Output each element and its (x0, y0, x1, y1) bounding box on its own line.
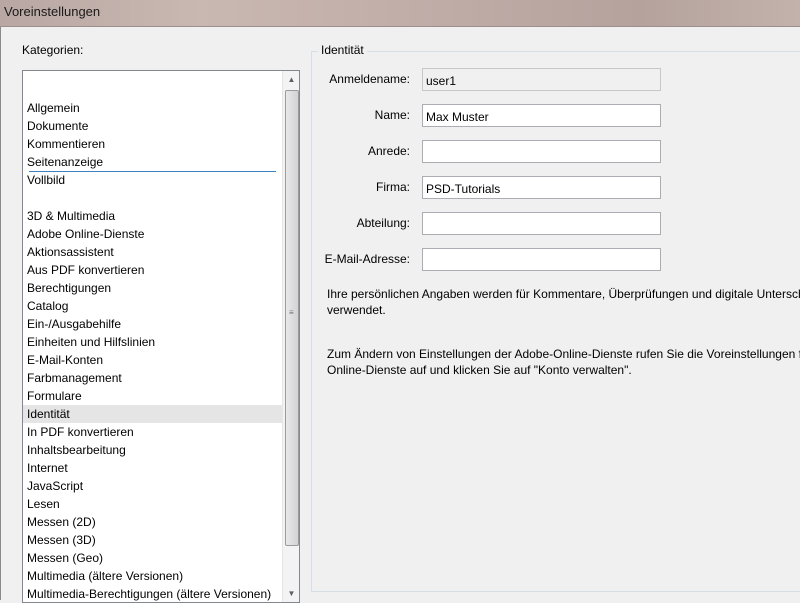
list-item[interactable]: Berechtigungen (23, 279, 282, 297)
department-label: Abteilung: (356, 216, 410, 230)
identity-group-title: Identität (318, 43, 367, 57)
login-label: Anmeldename: (329, 72, 410, 86)
identity-group-border-bottom (311, 591, 800, 592)
salutation-input[interactable] (422, 140, 661, 163)
list-item[interactable]: 3D & Multimedia (23, 207, 282, 225)
identity-group-border-top (311, 51, 800, 52)
categories-label: Kategorien: (22, 43, 84, 57)
list-item[interactable]: Messen (2D) (23, 513, 282, 531)
list-item[interactable]: Messen (Geo) (23, 549, 282, 567)
list-item[interactable]: Allgemein (23, 99, 282, 117)
list-item[interactable]: Aktionsassistent (23, 243, 282, 261)
list-item[interactable]: Aus PDF konvertieren (23, 261, 282, 279)
list-item[interactable]: Dokumente (23, 117, 282, 135)
list-item[interactable]: Catalog (23, 297, 282, 315)
list-item[interactable]: Adobe Online-Dienste (23, 225, 282, 243)
window-title: Voreinstellungen (4, 4, 101, 19)
online-services-note-line2: Online-Dienste auf und klicken Sie auf "… (327, 363, 632, 377)
online-services-note: Zum Ändern von Einstellungen der Adobe-O… (327, 346, 800, 378)
list-item[interactable]: Formulare (23, 387, 282, 405)
list-item[interactable]: Inhaltsbearbeitung (23, 441, 282, 459)
list-item[interactable]: Messen (3D) (23, 531, 282, 549)
email-input[interactable] (422, 248, 661, 271)
login-input (422, 68, 661, 91)
list-item[interactable]: In PDF konvertieren (23, 423, 282, 441)
list-item[interactable]: E-Mail-Konten (23, 351, 282, 369)
personal-info-note-line1: Ihre persönlichen Angaben werden für Kom… (327, 287, 800, 301)
list-item[interactable]: Multimedia-Berechtigungen (ältere Versio… (23, 585, 282, 602)
company-input[interactable] (422, 176, 661, 199)
vertical-scrollbar[interactable]: ▲ ≡ ▼ (282, 71, 299, 602)
name-input[interactable] (422, 104, 661, 127)
list-item[interactable]: Lesen (23, 495, 282, 513)
list-item[interactable]: Multimedia (ältere Versionen) (23, 567, 282, 585)
preferences-dialog: Kategorien: ▲ ≡ ▼ Allgemein Dokumente Komm… (0, 27, 800, 603)
grip-icon: ≡ (289, 308, 294, 317)
list-item[interactable]: JavaScript (23, 477, 282, 495)
scroll-up-icon[interactable]: ▲ (283, 71, 299, 88)
online-services-note-line1: Zum Ändern von Einstellungen der Adobe-O… (327, 347, 800, 361)
scrollbar-thumb[interactable]: ≡ (285, 90, 299, 546)
list-item[interactable]: Farbmanagement (23, 369, 282, 387)
title-bar[interactable]: Voreinstellungen (0, 0, 800, 27)
salutation-label: Anrede: (367, 144, 410, 158)
list-item[interactable]: Einheiten und Hilfslinien (23, 333, 282, 351)
department-input[interactable] (422, 212, 661, 235)
scroll-down-icon[interactable]: ▼ (283, 585, 299, 602)
email-label: E-Mail-Adresse: (324, 252, 410, 266)
list-item[interactable]: Seitenanzeige (23, 153, 282, 171)
categories-list[interactable]: ▲ ≡ ▼ Allgemein Dokumente Kommentieren Seit… (22, 70, 300, 603)
list-item[interactable]: Internet (23, 459, 282, 477)
list-item[interactable]: Kommentieren (23, 135, 282, 153)
personal-info-note-line2: verwendet. (327, 303, 386, 317)
identity-group-border-left (311, 51, 312, 591)
list-item[interactable]: Identität (23, 405, 282, 423)
list-item[interactable]: Vollbild (23, 171, 282, 189)
name-label: Name: (374, 108, 410, 122)
list-item[interactable]: Ein-/Ausgabehilfe (23, 315, 282, 333)
personal-info-note: Ihre persönlichen Angaben werden für Kom… (327, 286, 800, 318)
company-label: Firma: (376, 180, 410, 194)
